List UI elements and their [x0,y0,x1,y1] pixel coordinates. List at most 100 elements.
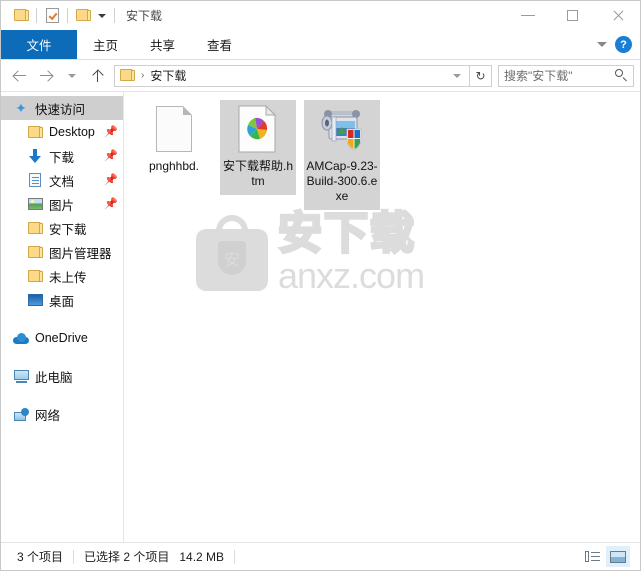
navigation-pane: ✦ 快速访问 Desktop 📌 下载 📌 文档 📌 图片 📌 安下载 图片管理… [1,92,124,542]
chevron-down-icon [98,13,106,18]
pictures-icon [27,196,43,212]
help-button[interactable]: ? [615,36,632,53]
quick-access-toolbar: 安下载 [1,5,162,27]
arrow-up-icon [91,69,105,83]
onedrive-icon [13,330,29,346]
window-title: 安下载 [126,9,163,23]
sidebar-item-label: 文档 [49,174,75,189]
tab-view[interactable]: 查看 [191,30,248,59]
qat-new-folder-button[interactable] [72,5,94,27]
title-bar: 安下载 [1,1,640,30]
breadcrumb-dropdown-button[interactable] [447,73,467,78]
status-bar: 3 个项目 已选择 2 个项目 14.2 MB [1,542,640,570]
blank-document-icon [150,105,198,153]
pin-icon[interactable]: 📌 [104,199,118,210]
search-box[interactable]: 搜索"安下载" [498,64,634,87]
ribbon-tab-bar: 文件 主页 共享 查看 ? [1,30,640,60]
large-icons-view-button[interactable] [606,546,630,567]
breadcrumb-separator: › [141,70,145,81]
qat-separator-3 [114,8,115,23]
details-icon [584,551,600,562]
close-button[interactable] [595,1,640,30]
maximize-button[interactable] [550,1,595,30]
sidebar-item-this-pc[interactable]: 此电脑 [1,364,123,388]
file-explorer-window: 安下载 文件 主页 共享 查看 ? › 安下载 ↻ 搜索"安下载" ✦ 快速访问… [0,0,641,571]
breadcrumb[interactable]: › 安下载 [114,64,470,87]
minimize-icon [520,15,535,16]
folder-icon [13,9,29,22]
sidebar-item-label: 未上传 [49,270,87,285]
details-view-button[interactable] [580,546,604,567]
search-input[interactable]: 搜索"安下载" [504,67,615,84]
qat-customize-button[interactable] [94,5,110,27]
recent-locations-button[interactable] [59,63,85,89]
pin-icon[interactable]: 📌 [104,127,118,138]
bag-shield-icon: 安 [196,215,268,291]
folder-icon [27,244,43,260]
tab-share[interactable]: 共享 [134,30,191,59]
file-item[interactable]: pnghhbd. [136,100,212,180]
sidebar-item-picture-manager[interactable]: 图片管理器 [1,240,123,264]
sidebar-item-pictures[interactable]: 图片 📌 [1,192,123,216]
address-bar: › 安下载 ↻ 搜索"安下载" [1,60,640,91]
pin-icon[interactable]: 📌 [104,151,118,162]
file-name: 安下载帮助.htm [222,159,293,188]
sidebar-item-onedrive[interactable]: OneDrive [1,326,123,350]
sidebar-item-downloads[interactable]: 下载 📌 [1,144,123,168]
sidebar-item-not-uploaded[interactable]: 未上传 [1,264,123,288]
folder-icon [27,220,43,236]
ribbon-right-controls: ? [597,30,640,59]
back-button[interactable] [7,63,33,89]
refresh-button[interactable]: ↻ [470,64,492,87]
file-item[interactable]: 安下载帮助.htm [220,100,296,195]
camcorder-shield-icon [318,105,366,153]
sidebar-gap-1 [1,312,123,326]
view-mode-buttons [580,546,634,567]
watermark-shield-glyph: 安 [218,241,246,275]
status-item-count: 3 个项目 [17,550,64,564]
arrow-left-icon [13,69,27,83]
watermark: 安 安下载 anxz.com [196,210,425,296]
folder-icon [120,69,135,82]
breadcrumb-path[interactable]: 安下载 [150,67,186,84]
sidebar-item-label: Desktop [49,125,95,139]
sidebar-item-label: 桌面 [49,294,75,309]
desktop-icon [27,292,43,308]
sidebar-item-anxiazai[interactable]: 安下载 [1,216,123,240]
watermark-en: anxz.com [278,255,425,296]
forward-button[interactable] [33,63,59,89]
sidebar-item-label: 网络 [35,408,61,423]
sidebar-item-label: OneDrive [35,331,88,345]
tab-file[interactable]: 文件 [1,30,77,59]
window-controls [505,1,640,30]
pin-icon[interactable]: 📌 [104,175,118,186]
up-button[interactable] [85,63,111,89]
file-list-view[interactable]: pnghhbd. 安下载帮助.htm AMCap-9.23-Build-300.… [124,92,640,542]
html-doc-svg [238,105,277,153]
folder-icon [27,268,43,284]
documents-icon [27,172,43,188]
qat-separator-2 [67,8,68,23]
chevron-down-icon[interactable] [597,42,607,47]
file-item[interactable]: AMCap-9.23-Build-300.6.exe [304,100,380,210]
tab-home[interactable]: 主页 [77,30,134,59]
properties-icon [45,8,59,23]
sidebar-item-quick-access[interactable]: ✦ 快速访问 [1,96,123,120]
html-document-icon [234,105,282,153]
sidebar-item-label: 快速访问 [35,102,86,117]
qat-folder-button[interactable] [10,5,32,27]
close-icon [612,10,624,22]
sidebar-item-documents[interactable]: 文档 📌 [1,168,123,192]
sidebar-item-desktop-en[interactable]: Desktop 📌 [1,120,123,144]
maximize-icon [567,10,578,21]
star-pin-icon: ✦ [15,100,27,116]
qat-properties-button[interactable] [41,5,63,27]
folder-icon [27,124,43,140]
sidebar-item-network[interactable]: 网络 [1,402,123,426]
chevron-down-icon [453,73,461,78]
sidebar-item-label: 下载 [49,150,75,165]
minimize-button[interactable] [505,1,550,30]
watermark-text: 安下载 anxz.com [276,210,425,296]
sidebar-item-desktop-cn[interactable]: 桌面 [1,288,123,312]
tiles-icon [610,550,626,563]
